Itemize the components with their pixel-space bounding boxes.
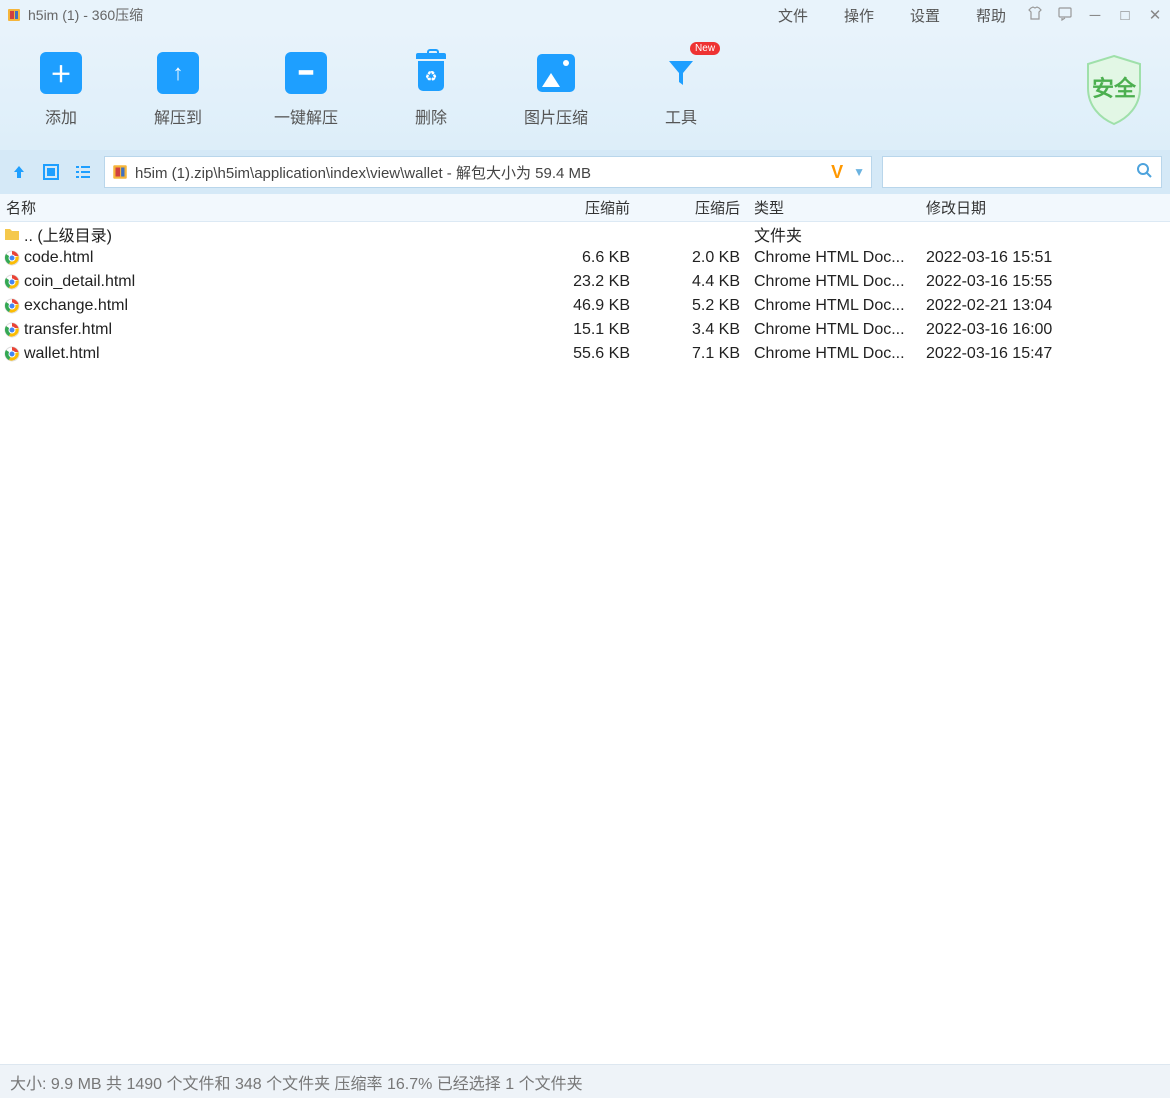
v-icon: V [831,162,843,183]
cell-after: 3.4 KB [640,321,750,339]
file-name: wallet.html [24,345,100,363]
chrome-icon [4,322,20,338]
file-name: transfer.html [24,321,112,339]
file-name: code.html [24,249,93,267]
title-bar: h5im (1) - 360压缩 文件 操作 设置 帮助 ─ □ ✕ [0,0,1170,30]
cell-type: Chrome HTML Doc... [750,297,920,315]
path-input[interactable]: h5im (1).zip\h5im\application\index\view… [104,156,872,188]
arrow-up-icon: ↑ [157,52,199,94]
view-list-button[interactable] [72,161,94,183]
skin-icon[interactable] [1026,5,1044,25]
file-name: coin_detail.html [24,273,135,291]
cell-after: 7.1 KB [640,345,750,363]
new-badge: New [690,42,720,55]
archive-icon [6,7,22,23]
cell-date: 2022-03-16 15:55 [920,273,1170,291]
cell-before: 46.9 KB [520,297,640,315]
delete-button[interactable]: ♻ 删除 [410,52,452,128]
file-name: .. (上级目录) [24,222,112,246]
col-before[interactable]: 压缩前 [520,197,640,218]
extract-to-button[interactable]: ↑ 解压到 [154,52,202,128]
menu-bar: 文件 操作 设置 帮助 [778,5,1006,26]
toolbar: ＋ 添加 ↑ 解压到 ━ 一键解压 ♻ 删除 图片压缩 New 工具 安全 [0,30,1170,150]
table-row[interactable]: coin_detail.html 23.2 KB4.4 KBChrome HTML… [0,270,1170,294]
cell-before: 55.6 KB [520,345,640,363]
cell-date: 2022-03-16 15:47 [920,345,1170,363]
chevron-down-icon[interactable]: ▼ [853,165,865,179]
menu-operate[interactable]: 操作 [844,5,874,26]
status-text: 大小: 9.9 MB 共 1490 个文件和 348 个文件夹 压缩率 16.7… [10,1070,583,1094]
image-compress-button[interactable]: 图片压缩 [524,52,588,128]
minimize-button[interactable]: ─ [1086,7,1104,24]
tools-button[interactable]: New 工具 [660,52,702,128]
cell-date: 2022-03-16 16:00 [920,321,1170,339]
view-icons-button[interactable] [40,161,62,183]
cell-type: 文件夹 [750,222,920,246]
add-button[interactable]: ＋ 添加 [40,52,82,128]
cell-after: 2.0 KB [640,249,750,267]
plus-icon: ＋ [40,52,82,94]
col-after[interactable]: 压缩后 [640,197,750,218]
table-row[interactable]: wallet.html 55.6 KB7.1 KBChrome HTML Doc.… [0,342,1170,366]
image-icon [537,54,575,92]
feedback-icon[interactable] [1056,5,1074,25]
chrome-icon [4,298,20,314]
cell-before: 6.6 KB [520,249,640,267]
cell-type: Chrome HTML Doc... [750,321,920,339]
cell-after: 5.2 KB [640,297,750,315]
cell-before: 23.2 KB [520,273,640,291]
chrome-icon [4,346,20,362]
menu-settings[interactable]: 设置 [910,5,940,26]
search-input[interactable] [891,164,1135,180]
archive-icon [111,163,129,181]
cell-type: Chrome HTML Doc... [750,249,920,267]
safe-shield-icon: 安全 [1080,52,1148,128]
col-date[interactable]: 修改日期 [920,197,1170,218]
path-text: h5im (1).zip\h5im\application\index\view… [135,162,821,183]
table-row[interactable]: .. (上级目录) 文件夹 [0,222,1170,246]
search-icon[interactable] [1135,161,1153,184]
folder-icon [4,226,20,242]
column-header: 名称 压缩前 压缩后 类型 修改日期 [0,194,1170,222]
close-button[interactable]: ✕ [1146,6,1164,24]
one-click-extract-button[interactable]: ━ 一键解压 [274,52,338,128]
file-name: exchange.html [24,297,128,315]
maximize-button[interactable]: □ [1116,7,1134,24]
up-button[interactable] [8,161,30,183]
table-row[interactable]: exchange.html 46.9 KB5.2 KBChrome HTML Do… [0,294,1170,318]
table-row[interactable]: code.html 6.6 KB2.0 KBChrome HTML Doc...2… [0,246,1170,270]
svg-text:安全: 安全 [1092,76,1137,101]
cell-type: Chrome HTML Doc... [750,345,920,363]
search-box[interactable] [882,156,1162,188]
cell-after: 4.4 KB [640,273,750,291]
cell-type: Chrome HTML Doc... [750,273,920,291]
filter-icon [663,55,699,91]
menu-file[interactable]: 文件 [778,5,808,26]
table-row[interactable]: transfer.html 15.1 KB3.4 KBChrome HTML Do… [0,318,1170,342]
path-bar: h5im (1).zip\h5im\application\index\view… [0,150,1170,194]
cell-date: 2022-03-16 15:51 [920,249,1170,267]
cell-before: 15.1 KB [520,321,640,339]
col-type[interactable]: 类型 [750,197,920,218]
status-bar: 大小: 9.9 MB 共 1490 个文件和 348 个文件夹 压缩率 16.7… [0,1064,1170,1098]
col-name[interactable]: 名称 [0,197,520,218]
chrome-icon [4,250,20,266]
file-list: .. (上级目录)文件夹code.html6.6 KB2.0 KBChrome … [0,222,1170,1064]
menu-help[interactable]: 帮助 [976,5,1006,26]
minus-icon: ━ [285,52,327,94]
window-title: h5im (1) - 360压缩 [28,5,143,25]
chrome-icon [4,274,20,290]
trash-icon: ♻ [414,53,448,93]
cell-date: 2022-02-21 13:04 [920,297,1170,315]
